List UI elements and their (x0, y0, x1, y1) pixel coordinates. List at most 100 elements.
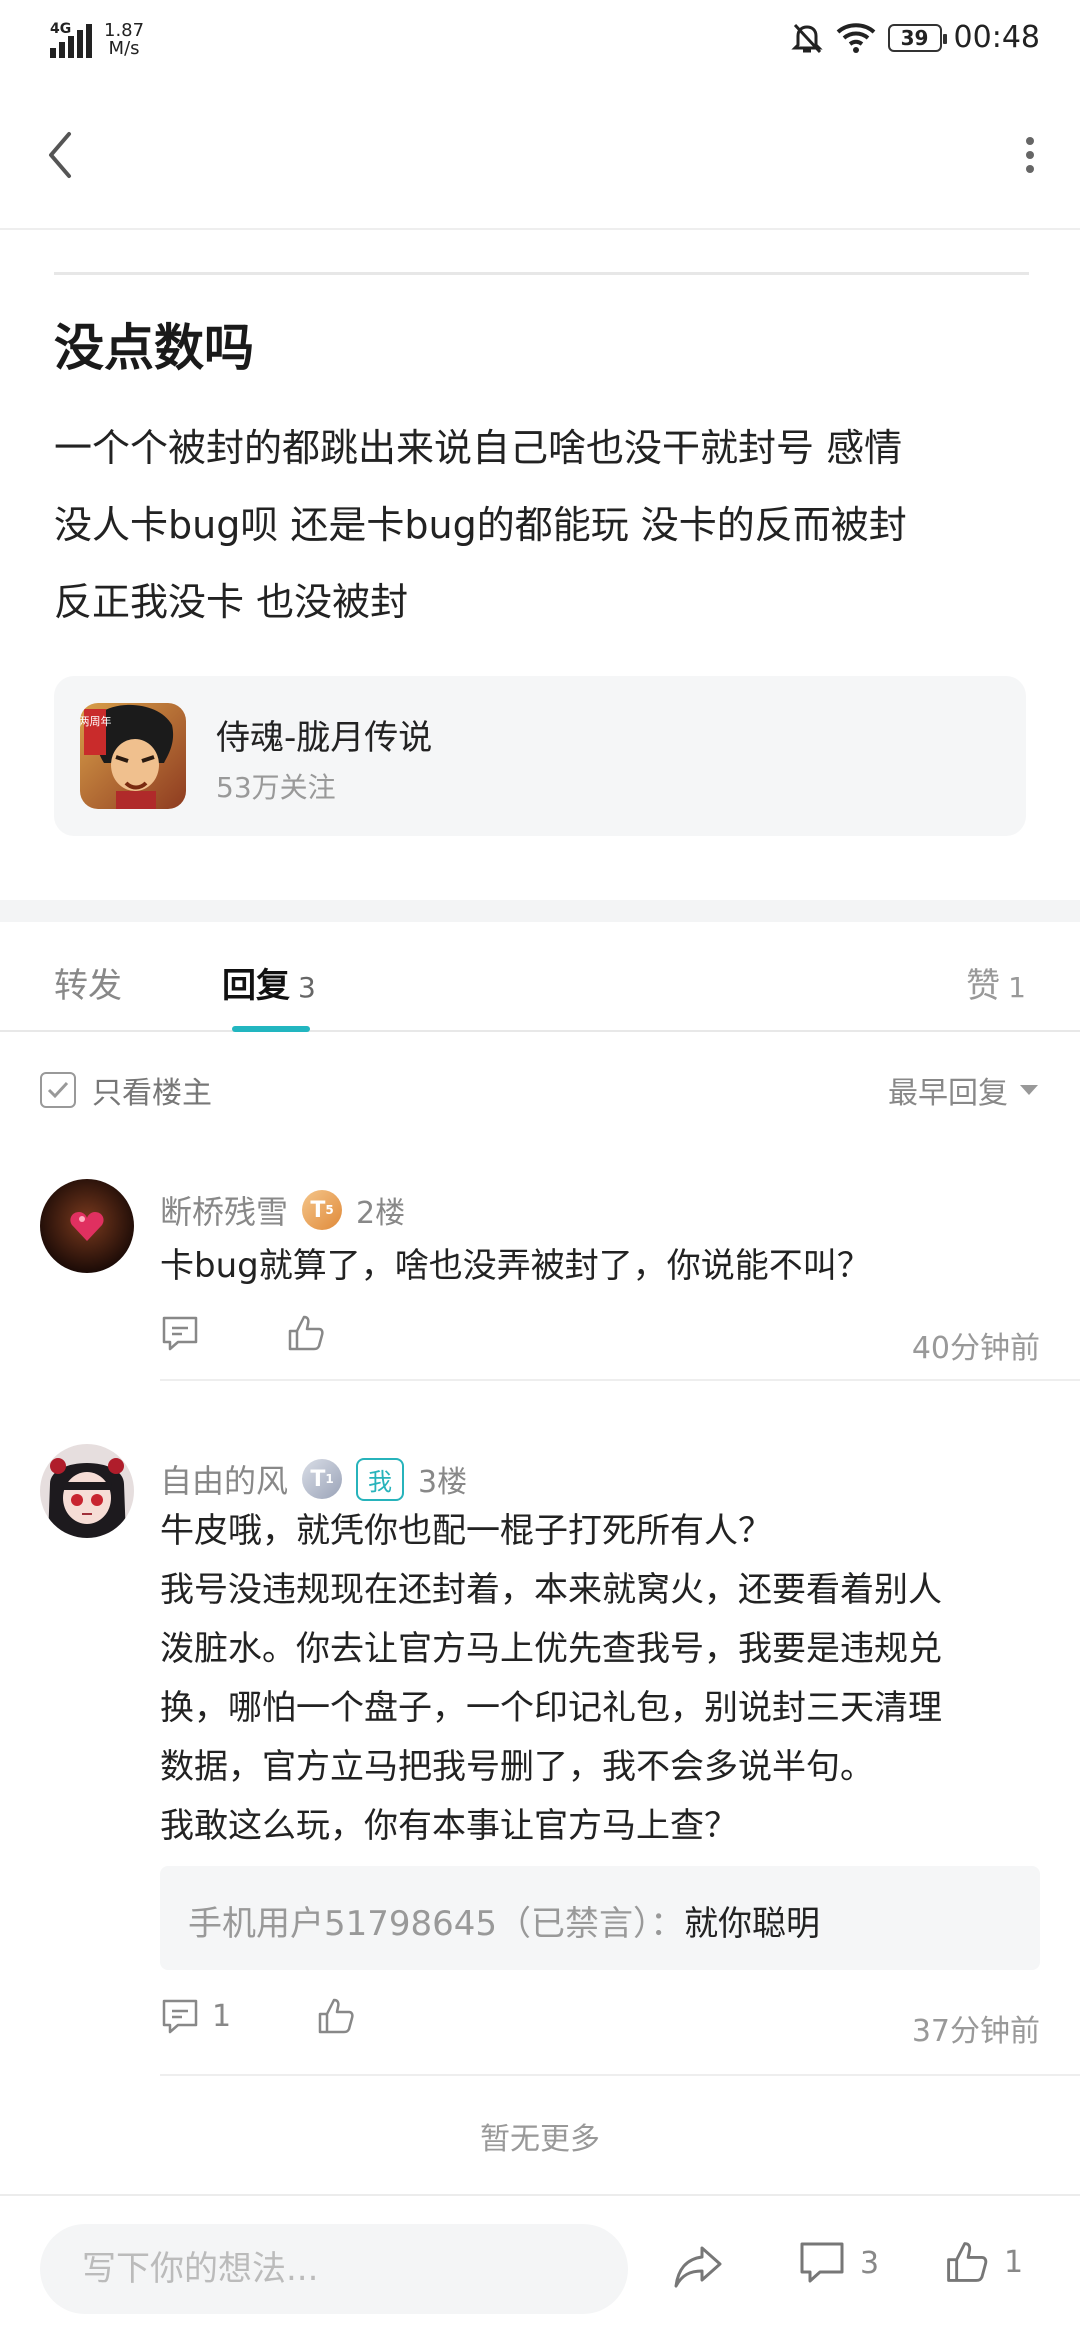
tab-reply-count: 3 (298, 971, 316, 1004)
comment-actions: 1 37分钟前 (160, 1996, 1040, 2056)
post-body-line: 反正我没卡 也没被封 (54, 580, 409, 624)
thumbs-up-icon (318, 1998, 354, 2034)
section-gap (0, 900, 1080, 922)
post-body: 一个个被封的都跳出来说自己啥也没干就封号 感情 没人卡bug呗 还是卡bug的都… (54, 410, 1034, 641)
comment-time: 37分钟前 (911, 2014, 1040, 2049)
sub-reply-text: 就你聪明 (684, 1904, 821, 1944)
comment-username[interactable]: 断桥残雪 (160, 1187, 288, 1233)
comment-text-line: 换，哪怕一个盘子，一个印记礼包，别说封三天清理 (160, 1688, 942, 1728)
more-vertical-icon (1026, 137, 1034, 173)
tab-reply-label: 回复 (222, 966, 290, 1006)
chevron-down-icon (1020, 1085, 1038, 1095)
forum-name: 侍魂-胧月传说 (216, 718, 433, 758)
forum-card[interactable]: 两周年 侍魂-胧月传说 53万关注 (54, 676, 1026, 836)
comment-bubble-icon (800, 2242, 844, 2283)
post-body-line: 一个个被封的都跳出来说自己啥也没干就封号 感情 (54, 426, 903, 470)
comment-text-line: 我敢这么玩，你有本事让官方马上查？ (160, 1806, 738, 1846)
comment-item: 断桥残雪 T5 2楼 卡bug就算了，啥也没弄被封了，你说能不叫？ 40分钟前 (0, 1175, 1080, 1381)
sub-reply: 手机用户51798645（已禁言）：就你聪明 (188, 1896, 820, 1945)
forum-followers: 53万关注 (216, 771, 336, 804)
comment-divider (160, 1379, 1080, 1381)
like-button[interactable] (286, 1313, 326, 1353)
status-left: 4G 1.87 M/s (50, 22, 144, 58)
comment-header: 断桥残雪 T5 2楼 (160, 1187, 405, 1233)
net-speed-unit: M/s (108, 38, 140, 59)
network-type: 4G (50, 21, 72, 37)
tab-like-label: 赞 (966, 966, 1001, 1006)
reply-filter-bar: 只看楼主 最早回复 (0, 1040, 1080, 1135)
net-speed: 1.87 M/s (104, 22, 144, 58)
comment-floor: 3楼 (418, 1465, 468, 1500)
only-host-checkbox[interactable] (40, 1072, 76, 1108)
comment-text: 牛皮哦，就凭你也配一棍子打死所有人？ 我号没违规现在还封着，本来就窝火，还要看着… (160, 1502, 1040, 1856)
comment-input[interactable] (40, 2224, 628, 2314)
check-icon (47, 1081, 69, 1099)
reply-count: 1 (212, 1998, 232, 2034)
post-body-line: 没人卡bug呗 还是卡bug的都能玩 没卡的反而被封 (54, 503, 907, 547)
like-count-button[interactable]: 1 (944, 2238, 1023, 2286)
user-level-badge: T5 (302, 1190, 343, 1230)
comment-text-line: 牛皮哦，就凭你也配一棍子打死所有人？ (160, 1511, 772, 1551)
only-host-toggle[interactable]: 只看楼主 (40, 1068, 212, 1112)
sub-reply-box[interactable]: 手机用户51798645（已禁言）：就你聪明 (160, 1866, 1040, 1970)
comment-floor: 2楼 (356, 1196, 406, 1231)
post-title: 没点数吗 (54, 319, 254, 377)
post-top-divider (54, 272, 1029, 275)
comment-divider (160, 2074, 1080, 2076)
share-icon (674, 2246, 722, 2288)
like-count: 1 (1004, 2244, 1024, 2280)
comment-header: 自由的风 T1 我 3楼 (160, 1456, 467, 1502)
avatar[interactable] (40, 1444, 134, 1538)
active-tab-indicator (232, 1026, 310, 1032)
me-tag: 我 (356, 1457, 405, 1501)
interaction-tabs: 转发 回复 3 赞1 (0, 922, 1080, 1032)
battery-indicator: 39 (887, 23, 947, 52)
bottom-action-bar: 3 1 (0, 2194, 1080, 2340)
tab-forward[interactable]: 转发 (54, 958, 122, 1007)
app-header (0, 80, 1080, 230)
comment-actions: 40分钟前 (160, 1313, 1040, 1373)
forum-icon-label: 两周年 (80, 714, 112, 728)
reply-button[interactable] (160, 1313, 200, 1353)
no-more-text: 暂无更多 (480, 2122, 600, 2157)
comment-item: 自由的风 T1 我 3楼 牛皮哦，就凭你也配一棍子打死所有人？ 我号没违规现在还… (0, 1440, 1080, 2080)
wifi-icon (836, 22, 875, 53)
back-arrow-icon (49, 132, 71, 178)
comment-time: 40分钟前 (911, 1331, 1040, 1366)
comment-bubble-icon (162, 1999, 198, 2034)
battery-level: 39 (900, 25, 929, 50)
comment-input-box[interactable] (40, 2224, 628, 2314)
comment-text: 卡bug就算了，啥也没弄被封了，你说能不叫？ (160, 1246, 871, 1286)
post-detail-page: 4G 1.87 M/s 39 00:48 没点数吗 一个个被封的都跳出来说自己啥… (0, 0, 1080, 2340)
sort-label: 最早回复 (888, 1076, 1008, 1111)
comment-bubble-icon (162, 1316, 198, 1351)
comment-username[interactable]: 自由的风 (160, 1456, 288, 1502)
mute-bell-icon (790, 23, 823, 53)
more-options-button[interactable] (1000, 120, 1060, 190)
sub-reply-user[interactable]: 手机用户51798645（已禁言） (188, 1904, 650, 1944)
thumbs-up-icon (288, 1315, 324, 1351)
only-host-label: 只看楼主 (92, 1076, 212, 1111)
comment-text-line: 我号没违规现在还封着，本来就窝火，还要看着别人 (160, 1570, 942, 1610)
back-button[interactable] (30, 120, 90, 190)
reply-button[interactable]: 1 (160, 1996, 231, 2036)
sort-dropdown[interactable]: 最早回复 (888, 1068, 1038, 1112)
tab-like[interactable]: 赞1 (966, 958, 1026, 1007)
clock: 00:48 (953, 20, 1040, 55)
tab-forward-label: 转发 (54, 966, 122, 1006)
tab-like-count: 1 (1008, 971, 1026, 1004)
status-right: 39 00:48 (790, 20, 1040, 55)
share-button[interactable] (672, 2244, 724, 2294)
avatar[interactable] (40, 1179, 134, 1273)
user-level-badge: T1 (302, 1459, 343, 1499)
forum-game-icon: 两周年 (80, 703, 186, 809)
comment-text-line: 泼脏水。你去让官方马上优先查我号，我要是违规兑 (160, 1629, 942, 1669)
like-button[interactable] (316, 1996, 356, 2036)
tab-reply[interactable]: 回复 3 (222, 958, 316, 1007)
comment-text-line: 数据，官方立马把我号删了，我不会多说半句。 (160, 1747, 874, 1787)
comment-count: 3 (860, 2245, 880, 2281)
comment-count-button[interactable]: 3 (798, 2240, 879, 2286)
thumbs-up-icon (947, 2242, 988, 2282)
sub-reply-separator: ： (650, 1904, 685, 1944)
signal-icon: 4G (50, 22, 94, 58)
